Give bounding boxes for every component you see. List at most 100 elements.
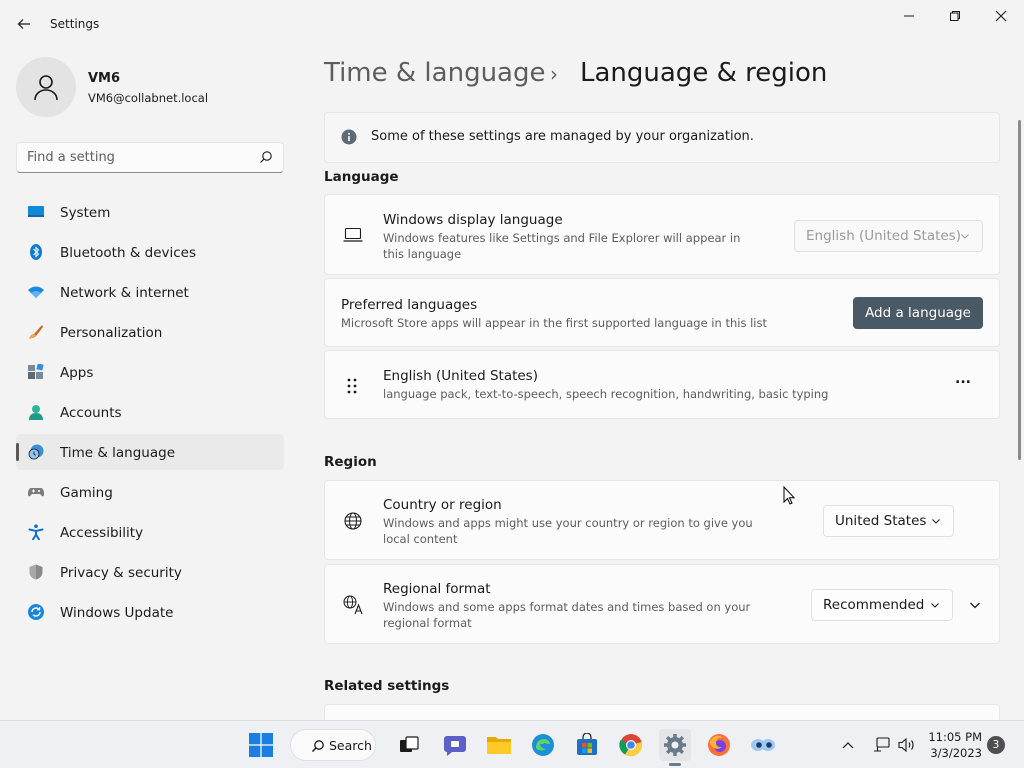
brush-icon xyxy=(29,325,43,339)
regional-format-desc: Windows and some apps format dates and t… xyxy=(383,600,751,630)
breadcrumb-parent[interactable]: Time & language xyxy=(324,58,545,88)
sidebar-item-accounts[interactable]: Accounts xyxy=(16,394,284,430)
time-language-icon xyxy=(28,444,44,460)
chrome-button[interactable] xyxy=(615,729,647,761)
drag-handle-icon[interactable] xyxy=(347,377,357,395)
volume-tray-button[interactable] xyxy=(895,729,919,761)
regional-format-value: Recommended xyxy=(823,597,925,613)
info-icon xyxy=(341,129,357,145)
task-view-button[interactable] xyxy=(393,729,425,761)
minimize-icon xyxy=(904,15,914,17)
country-region-dropdown[interactable]: United States xyxy=(823,505,954,537)
apps-icon xyxy=(28,364,44,379)
close-button[interactable] xyxy=(981,4,1021,28)
gear-icon xyxy=(664,734,686,756)
sidebar-item-windows-update[interactable]: Windows Update xyxy=(16,594,284,630)
folder-icon xyxy=(487,737,511,754)
search-box xyxy=(16,142,284,173)
installed-language-item: English (United States) language pack, t… xyxy=(324,350,1000,419)
file-explorer-button[interactable] xyxy=(483,729,515,761)
related-settings-heading: Related settings xyxy=(324,678,450,694)
minimize-button[interactable] xyxy=(889,4,929,28)
shield-icon xyxy=(29,564,43,580)
system-icon xyxy=(28,206,44,217)
restore-button[interactable] xyxy=(935,4,975,28)
country-region-card: Country or region Windows and apps might… xyxy=(324,480,1000,560)
sidebar-item-network[interactable]: Network & internet xyxy=(16,274,284,310)
sidebar-item-accessibility[interactable]: Accessibility xyxy=(16,514,284,550)
sidebar-item-label: Privacy & security xyxy=(60,565,182,581)
sidebar-item-label: Apps xyxy=(60,365,94,381)
store-button[interactable] xyxy=(571,729,603,761)
sidebar-item-bluetooth[interactable]: Bluetooth & devices xyxy=(16,234,284,270)
sidebar-item-label: Network & internet xyxy=(60,285,189,301)
close-icon xyxy=(995,10,1007,22)
accessibility-icon xyxy=(28,524,44,540)
tray-date: 3/3/2023 xyxy=(930,746,982,760)
display-language-title: Windows display language xyxy=(383,212,563,228)
taskbar-search[interactable]: Search xyxy=(290,729,376,761)
wifi-icon xyxy=(28,286,44,298)
display-language-card: Windows display language Windows feature… xyxy=(324,194,1000,275)
scrollbar[interactable] xyxy=(1018,120,1021,460)
edge-button[interactable] xyxy=(527,729,559,761)
related-settings-card[interactable] xyxy=(324,704,1000,720)
sidebar-item-apps[interactable]: Apps xyxy=(16,354,284,390)
add-language-button[interactable]: Add a language xyxy=(853,297,983,329)
avatar[interactable] xyxy=(16,57,76,117)
breadcrumb-separator: › xyxy=(550,62,558,86)
start-button[interactable] xyxy=(245,729,277,761)
display-language-dropdown[interactable]: English (United States) xyxy=(794,220,983,252)
accounts-icon xyxy=(29,405,43,420)
settings-taskbar-button[interactable] xyxy=(659,729,691,766)
regional-format-card[interactable]: Regional format Windows and some apps fo… xyxy=(324,564,1000,644)
sidebar-nav: System Bluetooth & devices Network & int… xyxy=(16,194,284,634)
search-icon[interactable] xyxy=(259,150,273,164)
display-language-value: English (United States) xyxy=(806,228,961,244)
network-icon xyxy=(874,737,890,752)
chrome-icon xyxy=(619,734,643,757)
chat-icon xyxy=(444,736,466,756)
tray-clock[interactable]: 11:05 PM 3/3/2023 xyxy=(926,729,982,761)
sidebar-item-label: Personalization xyxy=(60,325,163,341)
search-input[interactable] xyxy=(17,143,247,172)
more-options-button[interactable]: ... xyxy=(953,372,973,386)
regional-format-dropdown[interactable]: Recommended xyxy=(811,589,953,621)
country-region-value: United States xyxy=(835,513,927,529)
back-arrow-icon xyxy=(17,19,30,29)
windows-logo-icon xyxy=(249,733,273,757)
profile-email: VM6@collabnet.local xyxy=(88,91,209,105)
bluetooth-icon xyxy=(30,244,42,260)
firefox-icon xyxy=(708,734,730,756)
sidebar-item-time-language[interactable]: Time & language xyxy=(16,434,284,470)
tray-overflow-button[interactable] xyxy=(838,729,858,761)
expand-chevron-icon[interactable] xyxy=(969,599,981,611)
volume-icon xyxy=(898,737,914,753)
sidebar-item-privacy[interactable]: Privacy & security xyxy=(16,554,284,590)
app-eyes-button[interactable] xyxy=(747,729,779,761)
title-bar: Settings xyxy=(0,0,1024,48)
installed-language-title: English (United States) xyxy=(383,368,538,384)
display-language-desc: Windows features like Settings and File … xyxy=(383,231,741,261)
chevron-down-icon xyxy=(961,234,969,239)
back-button[interactable] xyxy=(10,10,38,38)
preferred-languages-title: Preferred languages xyxy=(341,297,478,313)
network-tray-button[interactable] xyxy=(870,729,894,761)
sidebar-item-gaming[interactable]: Gaming xyxy=(16,474,284,510)
sidebar-item-label: Windows Update xyxy=(60,605,174,621)
sidebar-item-label: System xyxy=(60,205,111,221)
sidebar-item-system[interactable]: System xyxy=(16,194,284,230)
regional-format-title: Regional format xyxy=(383,581,491,597)
firefox-button[interactable] xyxy=(703,729,735,761)
sidebar-item-label: Time & language xyxy=(60,445,176,461)
taskbar-search-label: Search xyxy=(329,738,372,753)
notification-badge[interactable]: 3 xyxy=(987,736,1005,754)
laptop-icon xyxy=(343,227,363,242)
search-icon xyxy=(311,740,324,753)
store-icon xyxy=(577,733,597,755)
sidebar-item-personalization[interactable]: Personalization xyxy=(16,314,284,350)
app-title: Settings xyxy=(50,17,100,31)
chevron-down-icon xyxy=(932,519,940,524)
teams-chat-button[interactable] xyxy=(439,729,471,761)
eyes-app-icon xyxy=(751,739,775,751)
